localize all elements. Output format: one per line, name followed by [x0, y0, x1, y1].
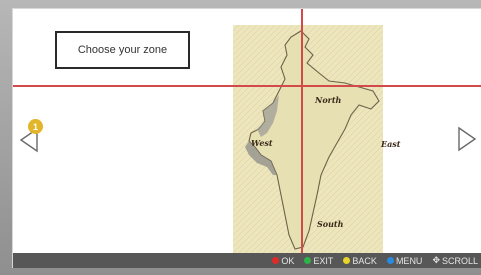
back-key[interactable]: BACK [343, 256, 377, 266]
scroll-key-label: SCROLL [441, 255, 478, 266]
remote-key-legend: OK EXIT BACK MENU ✥ SCROLL [13, 253, 481, 268]
vertical-crosshair-line [301, 9, 303, 253]
region-label-south[interactable]: South [317, 219, 343, 229]
yellow-dot-icon [343, 257, 351, 264]
exit-key-label: EXIT [313, 255, 334, 266]
zone-prompt-box: Choose your zone [55, 31, 190, 69]
four-way-arrow-icon: ✥ [432, 255, 440, 265]
green-dot-icon [304, 257, 312, 264]
region-label-north[interactable]: North [315, 95, 341, 105]
region-label-west[interactable]: West [251, 138, 273, 148]
red-dot-icon [272, 257, 280, 264]
triangle-right-icon [458, 126, 477, 152]
zone-prompt-text: Choose your zone [77, 44, 168, 56]
notification-badge: 1 [28, 119, 43, 134]
ok-key[interactable]: OK [272, 256, 294, 266]
india-map[interactable]: North West East South [233, 25, 400, 257]
region-label-east[interactable]: East [381, 139, 400, 149]
back-key-label: BACK [352, 255, 377, 266]
menu-key-label: MENU [395, 255, 423, 266]
blue-dot-icon [386, 257, 394, 264]
horizontal-crosshair-line [13, 85, 481, 87]
exit-key[interactable]: EXIT [304, 256, 333, 266]
ok-key-label: OK [281, 255, 295, 266]
screen: Choose your zone North West East South 1 [12, 8, 481, 268]
next-arrow-button[interactable] [457, 126, 477, 157]
menu-key[interactable]: MENU [386, 255, 423, 266]
scroll-key[interactable]: ✥ SCROLL [432, 255, 478, 266]
